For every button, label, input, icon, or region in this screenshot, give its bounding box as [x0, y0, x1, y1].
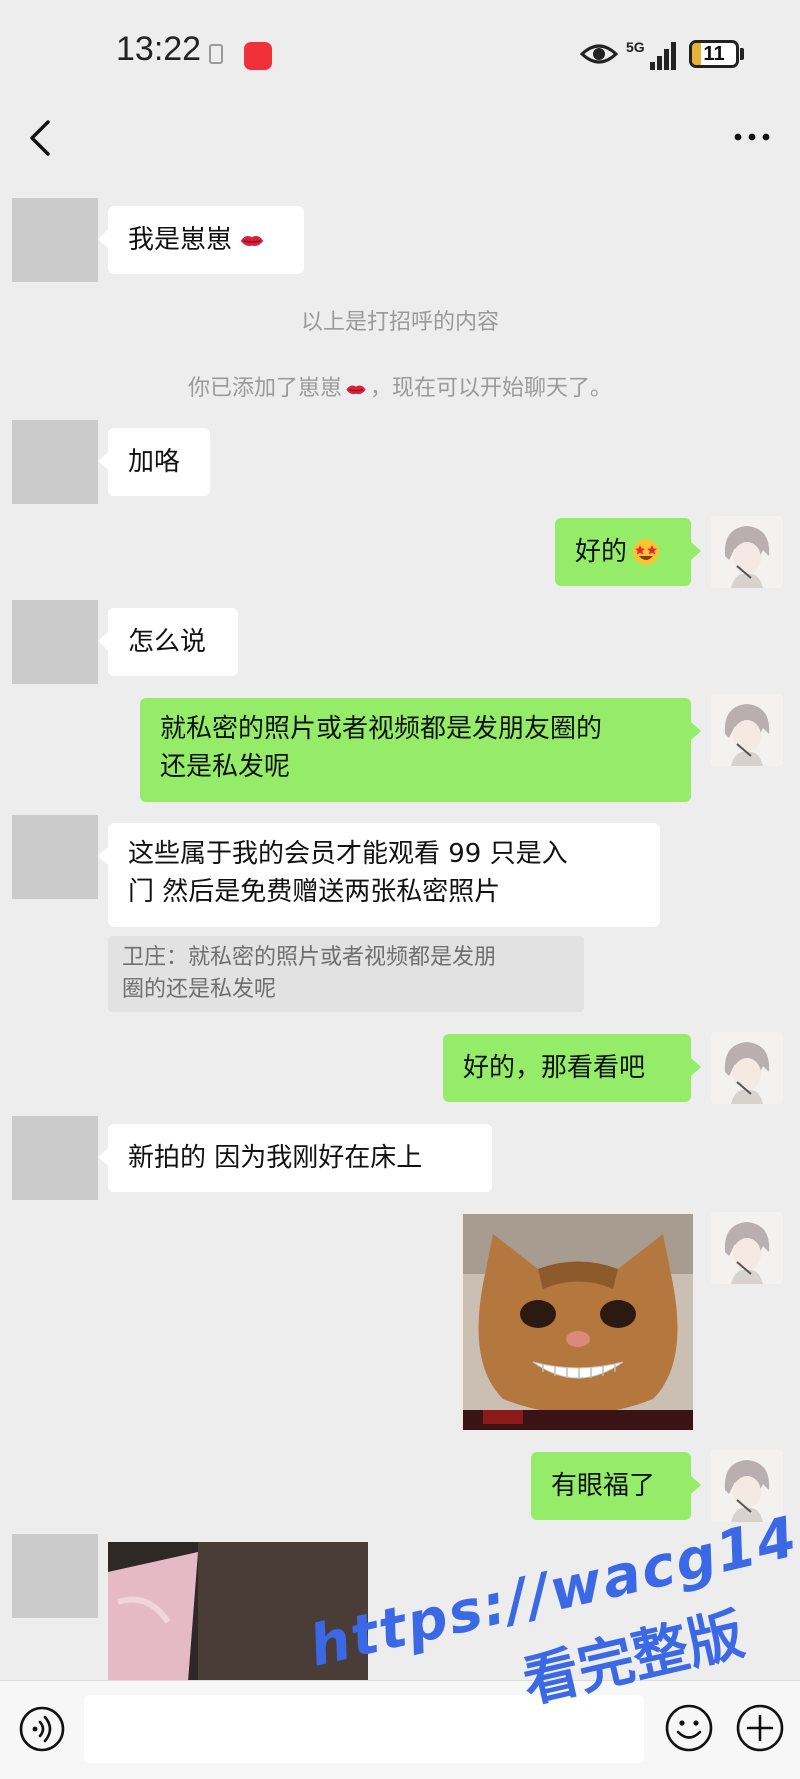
- self-avatar[interactable]: [711, 1032, 783, 1104]
- system-message-added: 你已添加了崽崽 ，现在可以开始聊天了。: [0, 370, 800, 402]
- emoji-icon[interactable]: [664, 1703, 714, 1753]
- quote-line: 卫庄：就私密的照片或者视频都是发朋: [122, 945, 497, 970]
- message-text-line: 还是私发呢: [160, 752, 291, 782]
- system-added-prefix: 你已添加了崽崽: [187, 376, 342, 401]
- chevron-left-icon[interactable]: [26, 118, 56, 158]
- message-bubble-outgoing[interactable]: 就私密的照片或者视频都是发朋友圈的 还是私发呢: [140, 698, 701, 802]
- message-text: 怎么说: [128, 627, 207, 657]
- eye-icon: [580, 44, 618, 64]
- anime-avatar-icon: [711, 1032, 783, 1104]
- cat-smiling-photo: [463, 1214, 693, 1430]
- app-notification-icon: [244, 42, 272, 70]
- contact-avatar[interactable]: [12, 198, 98, 282]
- contact-avatar[interactable]: [12, 1534, 98, 1618]
- battery-tip: [740, 48, 744, 60]
- more-dots-icon[interactable]: [732, 122, 772, 152]
- message-text: 新拍的 因为我刚好在床上: [128, 1143, 423, 1173]
- system-message: 以上是打招呼的内容: [300, 310, 499, 335]
- message-text: 好的: [575, 537, 628, 567]
- contact-avatar[interactable]: [12, 815, 98, 899]
- quoted-message[interactable]: 卫庄：就私密的照片或者视频都是发朋 圈的还是私发呢: [108, 936, 584, 1012]
- message-bubble-incoming[interactable]: 这些属于我的会员才能观看 99 只是入 门 然后是免费赠送两张私密照片: [98, 823, 660, 927]
- message-bubble-outgoing[interactable]: 有眼福了: [531, 1452, 701, 1520]
- quote-line: 圈的还是私发呢: [122, 977, 277, 1002]
- photo: [108, 1542, 368, 1682]
- self-avatar[interactable]: [711, 1450, 783, 1522]
- message-bubble-incoming[interactable]: 我是崽崽: [98, 206, 304, 274]
- message-bubble-incoming[interactable]: 新拍的 因为我刚好在床上: [98, 1124, 492, 1192]
- anime-avatar-icon: [711, 694, 783, 766]
- message-text-line: 门 然后是免费赠送两张私密照片: [128, 877, 501, 907]
- self-avatar[interactable]: [711, 1212, 783, 1284]
- message-text-line: 就私密的照片或者视频都是发朋友圈的: [160, 714, 603, 744]
- anime-avatar-icon: [711, 1212, 783, 1284]
- kiss-mark-emoji-icon: [344, 380, 368, 398]
- message-input[interactable]: [84, 1695, 644, 1763]
- star-struck-face-emoji-icon: [633, 539, 660, 565]
- message-bubble-incoming[interactable]: 加咯: [98, 428, 210, 496]
- voice-icon[interactable]: [18, 1705, 66, 1753]
- contact-avatar[interactable]: [12, 1116, 98, 1200]
- input-bar: [0, 1680, 800, 1779]
- cat-smiling-image[interactable]: [463, 1214, 693, 1430]
- message-text: 有眼福了: [551, 1471, 656, 1501]
- anime-avatar-icon: [711, 516, 783, 588]
- status-time: 13:22: [116, 30, 202, 68]
- status-bar: 13:22 5G 11: [0, 0, 800, 100]
- sim-icon: [209, 44, 223, 64]
- message-text: 加咯: [128, 447, 181, 477]
- message-bubble-outgoing[interactable]: 好的，那看看吧: [443, 1034, 701, 1102]
- kiss-mark-emoji-icon: [238, 230, 266, 250]
- plus-icon[interactable]: [735, 1703, 785, 1753]
- message-bubble-outgoing[interactable]: 好的: [555, 518, 701, 586]
- photo-message-image[interactable]: [108, 1542, 368, 1682]
- signal-icon: 5G: [626, 39, 676, 70]
- message-bubble-incoming[interactable]: 怎么说: [98, 608, 238, 676]
- self-avatar[interactable]: [711, 516, 783, 588]
- contact-avatar[interactable]: [12, 600, 98, 684]
- message-text: 我是崽崽: [128, 225, 233, 255]
- contact-avatar[interactable]: [12, 420, 98, 504]
- message-text-line: 这些属于我的会员才能观看 99 只是入: [128, 839, 568, 869]
- system-added-suffix: ，现在可以开始聊天了。: [370, 376, 613, 401]
- network-label: 5G: [626, 39, 645, 55]
- message-text: 好的，那看看吧: [463, 1053, 646, 1083]
- self-avatar[interactable]: [711, 694, 783, 766]
- anime-avatar-icon: [711, 1450, 783, 1522]
- battery-indicator: 11: [689, 40, 739, 68]
